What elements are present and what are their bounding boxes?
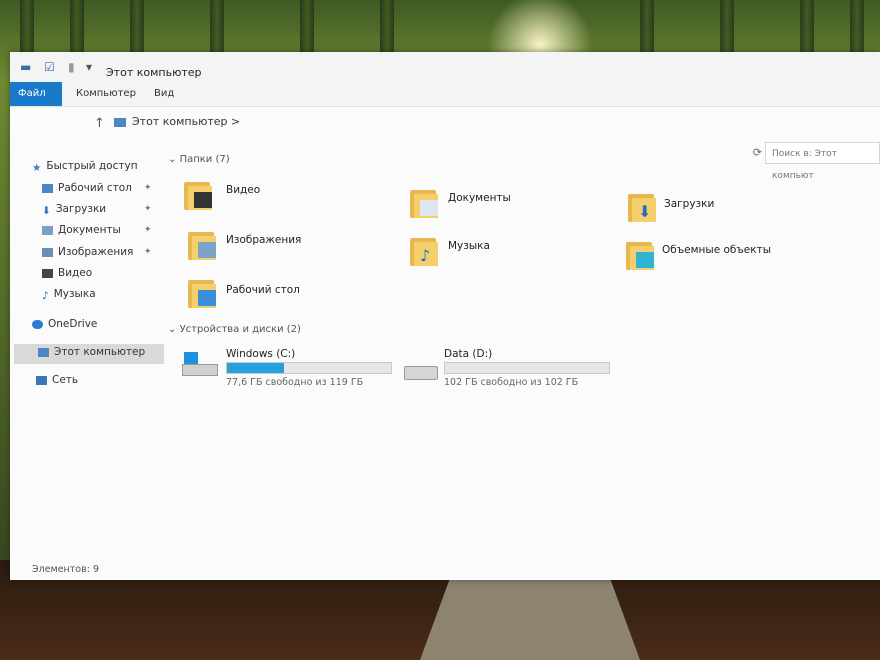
sidebar-item-this-pc[interactable]: Этот компьютер [38, 346, 145, 358]
status-item-count: Элементов: 9 [32, 564, 99, 575]
folder-icon[interactable] [182, 178, 216, 212]
sidebar-item-label: Загрузки [55, 203, 107, 215]
sidebar-item-label: Рабочий стол [58, 182, 132, 194]
network-icon [36, 375, 47, 385]
pc-icon[interactable]: ▬ [20, 60, 36, 74]
pin-icon: ✦ [144, 225, 152, 235]
address-path[interactable]: Этот компьютер > [114, 115, 240, 128]
drive-d-free-space: 102 ГБ свободно из 102 ГБ [444, 377, 579, 388]
folder-icon[interactable] [408, 186, 442, 220]
sidebar-item-documents[interactable]: Документы [42, 224, 121, 236]
folder-desktop[interactable]: Рабочий стол [226, 284, 300, 296]
folder-icon[interactable] [186, 228, 220, 262]
drive-c-free-space: 77,6 ГБ свободно из 119 ГБ [226, 377, 364, 388]
sidebar-item-onedrive[interactable]: OneDrive [32, 318, 97, 330]
folder-icon[interactable] [624, 238, 658, 272]
folder-3d-objects[interactable]: Объемные объекты [662, 244, 771, 256]
navigation-pane: ★ Быстрый доступ Рабочий стол ✦ ⬇ Загрузки… [10, 152, 164, 552]
sidebar-item-label: Изображения [58, 246, 134, 258]
drive-c-usage-bar [226, 362, 392, 374]
folder-music[interactable]: Музыка [448, 240, 490, 252]
sidebar-item-label: OneDrive [48, 318, 98, 330]
pin-icon: ✦ [144, 204, 152, 214]
up-arrow-icon[interactable]: ↑ [94, 116, 105, 131]
sidebar-item-label: Этот компьютер [54, 346, 146, 358]
folder-video[interactable]: Видео [226, 184, 260, 196]
video-icon [42, 268, 53, 278]
sidebar-item-desktop[interactable]: Рабочий стол [42, 182, 132, 194]
drive-c-name[interactable]: Windows (C:) [226, 348, 295, 360]
pc-icon [114, 117, 126, 127]
drive-d-usage-bar [444, 362, 610, 374]
sidebar-item-label: Быстрый доступ [46, 160, 138, 172]
folder-icon[interactable] [186, 276, 220, 310]
address-bar: ↑ Этот компьютер > [10, 107, 880, 141]
sidebar-item-quick-access[interactable]: ★ Быстрый доступ [32, 160, 138, 174]
documents-icon [42, 225, 53, 235]
group-label: Папки (7) [179, 154, 230, 165]
tab-view[interactable]: Вид [146, 82, 182, 106]
sidebar-item-label: Сеть [52, 374, 79, 386]
sidebar-item-label: Видео [58, 267, 93, 279]
sidebar-item-downloads[interactable]: ⬇ Загрузки [42, 203, 107, 217]
tab-file[interactable]: Файл [10, 82, 62, 106]
cloud-icon [32, 319, 43, 329]
group-drives-header[interactable]: ⌄ Устройства и диски (2) [168, 324, 301, 335]
windows-drive-icon[interactable] [182, 352, 218, 376]
group-label: Устройства и диски (2) [179, 324, 301, 335]
hard-drive-icon[interactable] [404, 362, 440, 386]
folder-documents[interactable]: Документы [448, 192, 511, 204]
sidebar-item-video[interactable]: Видео [42, 267, 92, 279]
music-icon: ♪ [42, 289, 49, 302]
breadcrumb-this-pc[interactable]: Этот компьютер [132, 115, 228, 128]
new-folder-icon[interactable]: ▮ [68, 60, 84, 74]
properties-icon[interactable]: ☑ [44, 60, 60, 74]
folder-icon[interactable]: ⬇ [626, 190, 660, 224]
ribbon-tabs: Файл Компьютер Вид [10, 82, 880, 107]
file-explorer-window: ▬ ☑ ▮ ▾ Этот компьютер Файл Компьютер Ви… [10, 52, 880, 580]
customize-quick-access-icon[interactable]: ▾ [86, 60, 102, 74]
folder-icon[interactable]: ♪ [408, 234, 442, 268]
content-pane: ⌄ Папки (7) Видео Документы ⬇ Загрузки И… [162, 152, 880, 572]
title-bar: ▬ ☑ ▮ ▾ Этот компьютер [10, 52, 880, 82]
sidebar-item-label: Музыка [53, 288, 96, 300]
window-title: Этот компьютер [106, 66, 202, 79]
pin-icon: ✦ [144, 247, 152, 257]
sidebar-item-pictures[interactable]: Изображения [42, 246, 133, 258]
download-icon: ⬇ [42, 204, 51, 217]
pc-icon [38, 347, 49, 357]
sidebar-item-music[interactable]: ♪ Музыка [42, 288, 96, 302]
star-icon: ★ [32, 161, 42, 174]
drive-d-name[interactable]: Data (D:) [444, 348, 492, 360]
group-folders-header[interactable]: ⌄ Папки (7) [168, 154, 230, 165]
folder-downloads[interactable]: Загрузки [664, 198, 714, 210]
sidebar-item-label: Документы [58, 224, 121, 236]
pictures-icon [42, 247, 53, 257]
tab-computer[interactable]: Компьютер [68, 82, 144, 106]
sidebar-item-network[interactable]: Сеть [36, 374, 78, 386]
pin-icon: ✦ [144, 183, 152, 193]
desktop-icon [42, 183, 53, 193]
folder-pictures[interactable]: Изображения [226, 234, 301, 246]
